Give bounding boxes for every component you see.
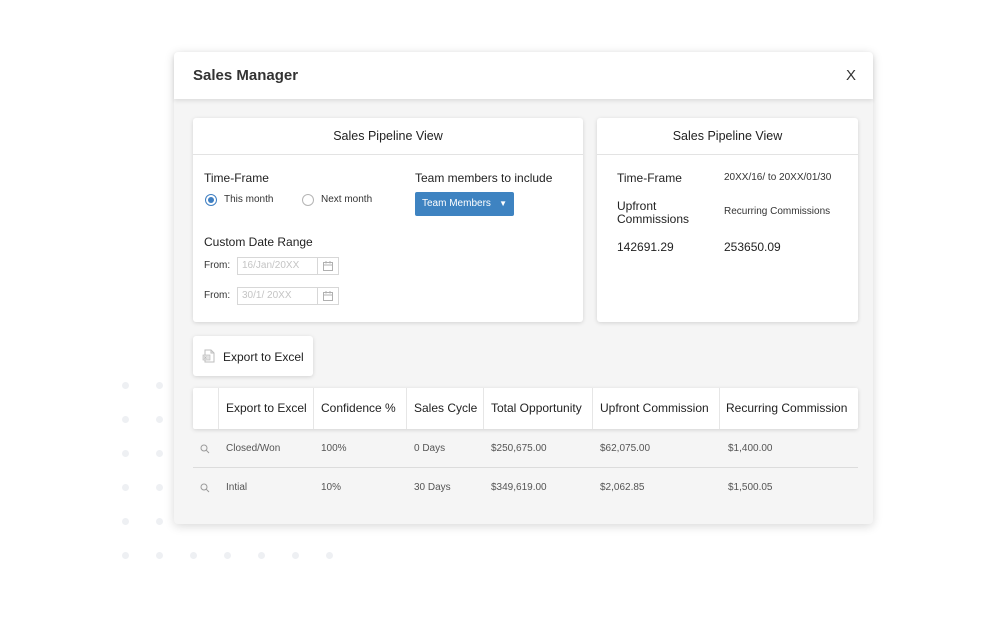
summary-timeframe-value: 20XX/16/ to 20XX/01/30 [724, 172, 832, 183]
column-divider [592, 388, 593, 429]
modal-title: Sales Manager [193, 67, 299, 84]
team-members-label: Team members to include [415, 171, 553, 185]
decorative-dot [156, 416, 163, 423]
decorative-dot [122, 518, 129, 525]
decorative-dot [122, 382, 129, 389]
radio-next-month[interactable]: Next month [301, 193, 381, 207]
table-header: Export to Excel Confidence % Sales Cycle… [193, 388, 858, 429]
decorative-dot [156, 484, 163, 491]
decorative-dot [258, 552, 265, 559]
decorative-dot [156, 382, 163, 389]
column-header-upfront-commission[interactable]: Upfront Commission [600, 388, 709, 429]
calendar-icon[interactable] [317, 288, 338, 304]
column-divider [483, 388, 484, 429]
column-divider [719, 388, 720, 429]
to-date-value: 30/1/ 20XX [242, 290, 292, 301]
upfront-commissions-label: Upfront Commissions [617, 199, 690, 226]
custom-date-range-label: Custom Date Range [204, 235, 313, 249]
decorative-dot [224, 552, 231, 559]
table-cell: Intial [226, 482, 248, 493]
table-row[interactable]: Closed/Won 100% 0 Days $250,675.00 $62,0… [193, 430, 858, 468]
table-cell: 100% [321, 443, 347, 454]
decorative-dot [156, 552, 163, 559]
search-icon[interactable] [200, 431, 210, 469]
summary-card: Sales Pipeline View Time-Frame 20XX/16/ … [597, 118, 858, 322]
upfront-commissions-value: 142691.29 [617, 240, 674, 254]
row-divider [193, 467, 858, 468]
radio-this-month[interactable]: This month [204, 193, 284, 207]
table-row[interactable]: Intial 10% 30 Days $349,619.00 $2,062.85… [193, 469, 858, 507]
table-cell: $1,500.05 [728, 482, 773, 493]
radio-unchecked-icon [302, 194, 314, 206]
summary-timeframe-label: Time-Frame [617, 171, 682, 185]
from-date-input[interactable]: 16/Jan/20XX [237, 257, 339, 275]
column-divider [218, 388, 219, 429]
team-members-dropdown[interactable]: Team Members ▼ [415, 192, 514, 216]
decorative-dot [122, 484, 129, 491]
recurring-commissions-value: 253650.09 [724, 240, 781, 254]
radio-checked-icon [205, 194, 217, 206]
decorative-dot [122, 416, 129, 423]
column-header-confidence[interactable]: Confidence % [321, 388, 396, 429]
table-cell: $349,619.00 [491, 482, 547, 493]
export-button-label: Export to Excel [223, 350, 304, 364]
modal-header: Sales Manager X [174, 52, 873, 99]
decorative-dot [156, 518, 163, 525]
decorative-dot [156, 450, 163, 457]
column-divider [406, 388, 407, 429]
radio-label: Next month [321, 194, 373, 205]
timeframe-label: Time-Frame [204, 171, 269, 185]
recurring-commissions-label: Recurring Commissions [724, 206, 831, 217]
column-header-recurring-commission[interactable]: Recurring Commission [726, 388, 847, 429]
caret-down-icon: ▼ [499, 199, 507, 208]
team-members-label: Team Members [422, 198, 491, 209]
radio-label: This month [224, 194, 274, 205]
column-header-export[interactable]: Export to Excel [226, 388, 307, 429]
decorative-dot [190, 552, 197, 559]
excel-file-icon: X [202, 349, 216, 368]
table-cell: 10% [321, 482, 342, 493]
table-cell: $62,075.00 [600, 443, 651, 454]
table-cell: 30 Days [414, 482, 451, 493]
close-icon[interactable]: X [846, 67, 856, 84]
from-label: From: [204, 290, 231, 301]
table-cell: Closed/Won [226, 443, 281, 454]
column-header-total-opportunity[interactable]: Total Opportunity [491, 388, 582, 429]
filter-card: Sales Pipeline View Time-Frame This mont… [193, 118, 583, 322]
sales-manager-modal: Sales Manager X Sales Pipeline View Time… [174, 52, 873, 524]
export-to-excel-button[interactable]: X Export to Excel [193, 336, 313, 376]
decorative-dot [122, 450, 129, 457]
table-cell: $2,062.85 [600, 482, 645, 493]
table-cell: $1,400.00 [728, 443, 773, 454]
search-icon[interactable] [200, 470, 210, 508]
column-header-sales-cycle[interactable]: Sales Cycle [414, 388, 477, 429]
column-divider [313, 388, 314, 429]
svg-text:X: X [204, 355, 207, 360]
to-date-input[interactable]: 30/1/ 20XX [237, 287, 339, 305]
filter-card-title: Sales Pipeline View [193, 118, 583, 155]
table-cell: $250,675.00 [491, 443, 547, 454]
decorative-dot [122, 552, 129, 559]
table-cell: 0 Days [414, 443, 446, 454]
calendar-icon[interactable] [317, 258, 338, 274]
summary-card-title: Sales Pipeline View [597, 118, 858, 155]
decorative-dot [326, 552, 333, 559]
decorative-dot [292, 552, 299, 559]
from-label: From: [204, 260, 231, 271]
from-date-value: 16/Jan/20XX [242, 260, 300, 271]
